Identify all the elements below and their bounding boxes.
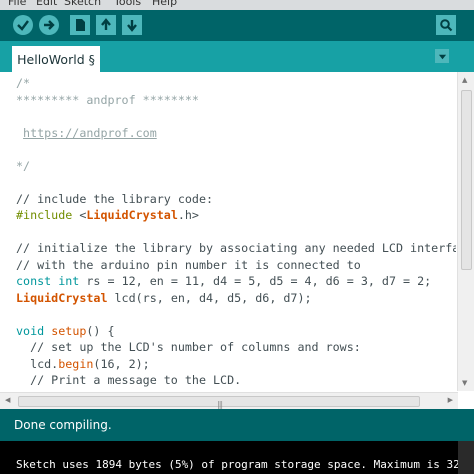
code-token: ("hello, world!"); [93, 390, 220, 392]
arrow-up-icon [101, 18, 111, 30]
code-token: LiquidCrystal [16, 290, 108, 305]
scroll-down-arrow-icon[interactable]: ▼ [462, 379, 467, 387]
code-text[interactable]: /* ********* andprof ******** https://and… [16, 75, 456, 391]
status-text: Done compiling. [14, 418, 112, 432]
verify-button[interactable] [13, 15, 33, 35]
vertical-scroll-thumb[interactable] [461, 90, 472, 270]
open-button[interactable] [96, 15, 116, 35]
code-token: lcd. [16, 356, 59, 371]
new-file-icon [76, 19, 85, 31]
console-line: Sketch uses 1894 bytes (5%) of program s… [16, 458, 460, 471]
code-line: ********* andprof ******** [16, 92, 456, 109]
code-line: /* [16, 75, 456, 92]
toolbar [0, 10, 474, 41]
code-line: #include <LiquidCrystal.h> [16, 207, 456, 224]
horizontal-scroll-thumb[interactable]: ||| [18, 396, 420, 409]
scroll-right-arrow-icon[interactable]: ▶ [448, 396, 453, 404]
status-bar: Done compiling. [0, 409, 474, 441]
code-token: (16, 2); [93, 356, 150, 371]
tab-menu-button[interactable] [435, 49, 449, 63]
code-token: // with the arduino pin number it is con… [16, 257, 361, 272]
code-token: () { [86, 323, 115, 338]
code-token: // include the library code: [16, 191, 214, 206]
code-line: lcd.print("hello, world!"); [16, 389, 456, 392]
code-token[interactable]: https://andprof.com [23, 126, 157, 140]
menu-bar: File Edit Sketch Tools Help [0, 0, 474, 10]
arrow-right-icon [44, 20, 55, 30]
scroll-up-arrow-icon[interactable]: ▲ [462, 76, 467, 84]
tab-strip: HelloWorld § [0, 41, 474, 72]
code-token: #include [16, 208, 73, 222]
code-token: rs = 12, en = 11, d4 = 5, d5 = 4, d6 = 3… [79, 274, 432, 288]
menu-help[interactable]: Help [152, 0, 177, 8]
console-output[interactable]: Sketch uses 1894 bytes (5%) of program s… [0, 441, 474, 474]
code-token: */ [16, 158, 31, 173]
code-token: // set up the LCD's number of columns an… [16, 340, 361, 354]
code-line: https://andprof.com [16, 125, 456, 142]
code-token: print [58, 390, 93, 392]
menu-sketch[interactable]: Sketch [64, 0, 101, 8]
serial-monitor-button[interactable] [436, 15, 456, 35]
console-scrollbar[interactable] [458, 441, 474, 474]
code-token: < [72, 208, 87, 222]
code-token: void [16, 323, 45, 338]
code-token: lcd(rs, en, d4, d5, d6, d7); [107, 290, 312, 305]
scroll-left-arrow-icon[interactable]: ◀ [5, 396, 10, 404]
tab-helloworld[interactable]: HelloWorld § [12, 46, 100, 72]
code-line: const int rs = 12, en = 11, d4 = 5, d5 =… [16, 273, 456, 290]
code-token: LiquidCrystal [86, 208, 178, 222]
code-token: ********* andprof ******** [16, 92, 199, 107]
menu-edit[interactable]: Edit [36, 0, 57, 8]
upload-button[interactable] [39, 15, 59, 35]
code-token: setup [51, 323, 87, 338]
arrow-down-icon [127, 20, 137, 32]
menu-file[interactable]: File [8, 0, 26, 8]
code-token: int [58, 274, 80, 288]
code-editor[interactable]: /* ********* andprof ******** https://and… [0, 72, 474, 409]
triangle-down-icon [438, 54, 446, 59]
code-token: const [16, 274, 52, 288]
code-token: // Print a message to the LCD. [16, 373, 242, 387]
new-button[interactable] [70, 15, 90, 35]
code-line: // Print a message to the LCD. [16, 372, 456, 389]
code-token: .h> [177, 208, 199, 222]
check-icon [17, 20, 29, 31]
code-line: */ [16, 158, 456, 175]
save-button[interactable] [122, 15, 142, 35]
code-line: // initialize the library by associating… [16, 240, 456, 257]
code-token: lcd. [16, 390, 58, 392]
vertical-scrollbar[interactable]: ▲ ▼ [457, 72, 474, 391]
code-line: lcd.begin(16, 2); [16, 356, 456, 373]
scroll-grip-icon: ||| [217, 400, 223, 409]
code-line: void setup() { [16, 323, 456, 340]
horizontal-scrollbar[interactable]: ◀ ||| ▶ [0, 392, 458, 409]
code-token: /* [16, 76, 31, 90]
code-line: // with the arduino pin number it is con… [16, 257, 456, 274]
code-line: // include the library code: [16, 191, 456, 208]
code-line: LiquidCrystal lcd(rs, en, d4, d5, d6, d7… [16, 290, 456, 307]
code-token: begin [58, 356, 94, 371]
code-token: // initialize the library by associating… [16, 241, 456, 255]
menu-tools[interactable]: Tools [114, 0, 141, 8]
code-line: // set up the LCD's number of columns an… [16, 339, 456, 356]
magnifier-icon [440, 19, 453, 32]
